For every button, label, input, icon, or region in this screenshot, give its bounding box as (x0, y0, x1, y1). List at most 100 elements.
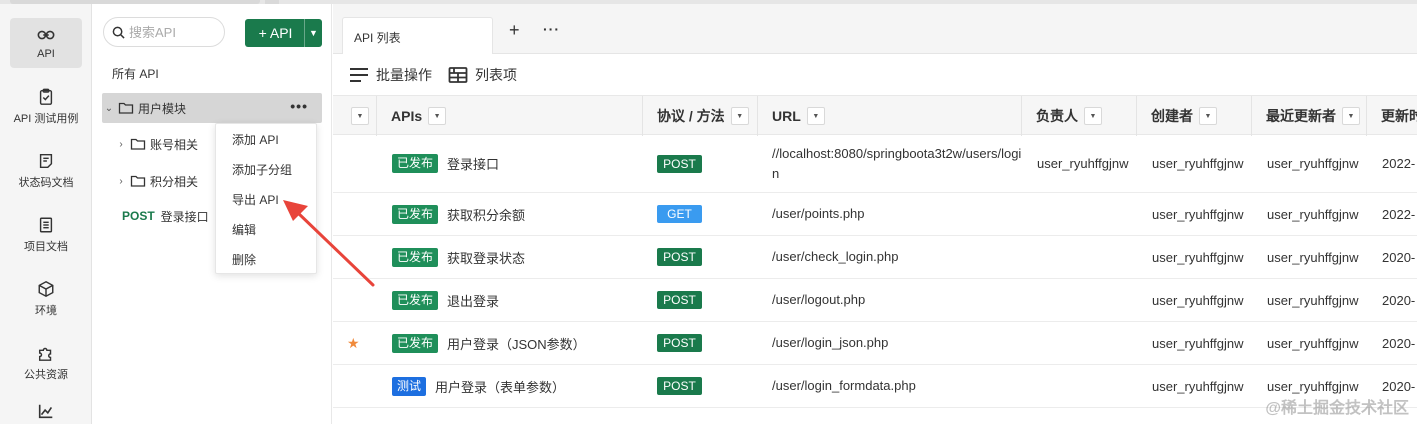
url-cell: /user/check_login.php (772, 236, 1027, 278)
api-name-cell[interactable]: 已发布 登录接口 (392, 135, 642, 192)
updated-text: 2020- (1382, 335, 1416, 351)
status-badge: 测试 (392, 376, 427, 396)
caret-down-icon[interactable]: ▼ (304, 19, 322, 47)
menu-item-add-api[interactable]: 添加 API (216, 125, 316, 155)
dropdown-icon[interactable]: ▼ (1199, 107, 1217, 125)
rail-item-api-tests[interactable]: API 测试用例 (10, 82, 82, 132)
updated-text: 2020- (1382, 378, 1416, 394)
header-updater: 最近更新者 ▼ (1252, 96, 1367, 136)
api-name-cell[interactable]: 已发布 获取积分余额 (392, 193, 642, 235)
dropdown-icon[interactable]: ▼ (428, 107, 447, 125)
table-row[interactable]: 已发布 登录接口 POST //localhost:8080/springboota3… (333, 135, 1417, 193)
table-row[interactable]: 已发布 获取积分余额 GET/user/points.php user_ryuhffg… (333, 193, 1417, 236)
creator-text: user_ryuhffgjnw (1152, 156, 1244, 171)
rail-item-status-codes[interactable]: 状态码文档 (10, 146, 82, 196)
updater-cell: user_ryuhffgjnw (1267, 279, 1377, 321)
owner-cell (1037, 193, 1147, 235)
url-text: /user/check_login.php (772, 249, 899, 264)
status-badge: 已发布 (392, 247, 439, 267)
star-cell[interactable] (347, 279, 377, 321)
api-name-cell[interactable]: 已发布 获取登录状态 (392, 236, 642, 278)
tree-group-user-module[interactable]: ⌄ 用户模块 ••• (102, 93, 322, 123)
chevron-right-icon[interactable]: › (114, 176, 128, 187)
add-api-button[interactable]: + API ▼ (245, 19, 322, 47)
menu-item-export-api[interactable]: 导出 API (216, 185, 316, 215)
creator-cell: user_ryuhffgjnw (1152, 322, 1262, 364)
creator-text: user_ryuhffgjnw (1152, 378, 1244, 394)
updated-cell: 2022- (1382, 193, 1417, 235)
menu-item-delete[interactable]: 删除 (216, 245, 316, 275)
table-row[interactable]: 测试 用户登录（表单参数） POST/user/login_formdata.php… (333, 365, 1417, 408)
method-tag: POST (122, 209, 155, 223)
star-cell[interactable] (347, 365, 377, 407)
rail-item-label: 状态码文档 (18, 177, 74, 189)
api-table: ▼ APIs ▼ 协议 / 方法 ▼ URL ▼ 负责人 ▼ 创建者 ▼ 最近更… (333, 95, 1417, 408)
star-icon[interactable]: ★ (347, 335, 360, 352)
header-label: URL (772, 108, 801, 124)
tab-api-list[interactable]: API 列表 (342, 17, 493, 54)
star-cell[interactable] (347, 135, 377, 192)
updated-text: 2020- (1382, 292, 1416, 308)
rail-item-stats[interactable] (10, 402, 82, 424)
search-icon (112, 26, 125, 39)
more-tabs-icon[interactable]: ··· (543, 21, 560, 37)
context-menu: 添加 API 添加子分组 导出 API 编辑 删除 (215, 123, 317, 274)
menu-item-edit[interactable]: 编辑 (216, 215, 316, 245)
updated-cell: 2020- (1382, 322, 1417, 364)
api-name-cell[interactable]: 已发布 用户登录（JSON参数） (392, 322, 642, 364)
rail-item-label: 环境 (35, 305, 57, 317)
rail-item-environment[interactable]: 环境 (10, 274, 82, 324)
dropdown-icon[interactable]: ▼ (1084, 107, 1102, 125)
api-name-cell[interactable]: 测试 用户登录（表单参数） (392, 365, 642, 407)
url-cell: /user/login_json.php (772, 322, 1027, 364)
url-text: /user/logout.php (772, 292, 866, 307)
star-cell[interactable]: ★ (347, 322, 377, 364)
method-cell: GET (657, 193, 757, 235)
url-cell: //localhost:8080/springboota3t2w/users/l… (772, 135, 1027, 192)
creator-text: user_ryuhffgjnw (1152, 249, 1244, 265)
batch-operation-button[interactable]: 批量操作 (349, 65, 432, 85)
rail-item-label: API (37, 48, 55, 60)
star-cell[interactable] (347, 193, 377, 235)
rail-item-project-docs[interactable]: 项目文档 (10, 210, 82, 260)
watermark: @稀土掘金技术社区 (1265, 400, 1409, 417)
search-input[interactable] (129, 24, 219, 40)
header-label: 创建者 (1151, 108, 1193, 124)
table-row[interactable]: ★ 已发布 用户登录（JSON参数） POST/user/login_json.php… (333, 322, 1417, 365)
folder-icon (130, 138, 146, 150)
dropdown-icon[interactable]: ▼ (806, 107, 825, 125)
status-badge: 已发布 (392, 204, 439, 224)
dropdown-icon[interactable]: ▼ (351, 107, 369, 125)
dropdown-icon[interactable]: ▼ (1342, 107, 1360, 125)
updater-text: user_ryuhffgjnw (1267, 378, 1359, 394)
plus-icon[interactable]: + (509, 20, 520, 41)
method-badge: POST (657, 291, 702, 309)
rail-item-api[interactable]: API (10, 18, 82, 68)
dropdown-icon[interactable]: ▼ (730, 107, 749, 125)
creator-text: user_ryuhffgjnw (1152, 335, 1244, 351)
star-cell[interactable] (347, 236, 377, 278)
api-name-cell[interactable]: 已发布 退出登录 (392, 279, 642, 321)
table-row[interactable]: 已发布 退出登录 POST/user/logout.php user_ryuhffgj… (333, 279, 1417, 322)
api-name: 退出登录 (447, 293, 500, 309)
chevron-down-icon[interactable]: ⌄ (102, 103, 116, 114)
owner-cell (1037, 365, 1147, 407)
tab-bar: API 列表 + ··· (333, 4, 1417, 54)
header-select-col: ▼ (333, 96, 377, 136)
columns-button[interactable]: 列表项 (448, 65, 517, 85)
owner-text: user_ryuhffgjnw (1037, 156, 1129, 171)
url-text: /user/points.php (772, 206, 865, 221)
tree-all-apis[interactable]: 所有 API (112, 65, 159, 82)
chevron-right-icon[interactable]: › (114, 139, 128, 150)
table-body: 已发布 登录接口 POST //localhost:8080/springboota3… (333, 135, 1417, 408)
table-row[interactable]: 已发布 获取登录状态 POST/user/check_login.php user_r… (333, 236, 1417, 279)
left-rail: API API 测试用例 状态码文档 项目文档 环境 公共资源 (0, 4, 92, 424)
creator-text: user_ryuhffgjnw (1152, 206, 1244, 222)
doc-icon (39, 153, 53, 169)
more-icon[interactable]: ••• (290, 98, 308, 114)
creator-text: user_ryuhffgjnw (1152, 292, 1244, 308)
rail-item-common-resources[interactable]: 公共资源 (10, 338, 82, 388)
header-method: 协议 / 方法 ▼ (643, 96, 758, 136)
menu-item-add-subgroup[interactable]: 添加子分组 (216, 155, 316, 185)
updater-text: user_ryuhffgjnw (1267, 249, 1359, 265)
